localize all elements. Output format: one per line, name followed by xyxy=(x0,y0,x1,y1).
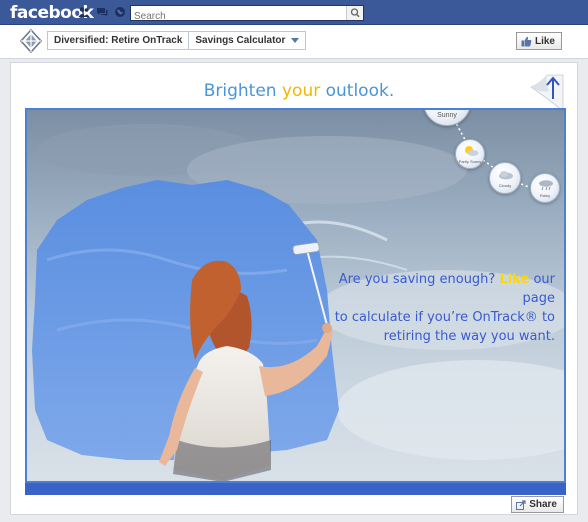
diversified-logo-icon[interactable] xyxy=(20,29,42,53)
headline-part-1: Brighten xyxy=(203,81,282,101)
messages-icon[interactable] xyxy=(96,6,108,18)
facebook-top-bar: facebook xyxy=(0,0,588,25)
weather-partly-sunny-label: Partly Sunny xyxy=(458,159,482,164)
cta-like-highlight: Like xyxy=(499,272,530,287)
call-to-action-text: Are you saving enough? Like our page to … xyxy=(323,270,555,346)
page-curl-up-arrow-icon[interactable] xyxy=(527,71,567,113)
cta-line-2: to calculate if you’re OnTrack® to xyxy=(334,310,555,325)
notifications-globe-icon[interactable] xyxy=(114,6,126,18)
like-button[interactable]: Like xyxy=(515,32,562,50)
search-box xyxy=(130,5,364,24)
friend-requests-icon[interactable] xyxy=(78,6,90,18)
weather-rainy-label: Rainy xyxy=(539,193,551,198)
cta-line-3: retiring the way you want. xyxy=(383,329,555,344)
weather-partly-sunny-button[interactable]: Partly Sunny xyxy=(455,139,485,169)
share-icon xyxy=(516,499,526,510)
chevron-down-icon[interactable] xyxy=(291,38,300,43)
search-button[interactable] xyxy=(346,6,363,20)
like-button-label: Like xyxy=(534,35,555,47)
weather-sunny-label: Sunny xyxy=(437,112,457,119)
headline-highlight: your xyxy=(281,81,321,101)
cta-line-1-start: Are you saving enough? xyxy=(338,272,500,287)
app-name-dropdown[interactable]: Savings Calculator xyxy=(189,32,291,49)
rain-cloud-icon xyxy=(539,180,553,191)
app-header: Diversified: Retire OnTrack Savings Calc… xyxy=(0,25,588,59)
cloud-icon xyxy=(499,171,513,180)
weather-cloudy-label: Cloudy xyxy=(498,183,512,188)
weather-cloudy-button[interactable]: Cloudy xyxy=(489,162,521,194)
share-button[interactable]: Share xyxy=(511,496,564,513)
search-icon xyxy=(350,8,360,18)
partly-sunny-icon xyxy=(465,146,479,156)
hero-image: Sunny Partly Sunny Cloudy Rainy Are you … xyxy=(25,108,566,483)
weather-rainy-button[interactable]: Rainy xyxy=(530,173,560,203)
headline-part-2: outlook. xyxy=(320,81,395,101)
hero-footer-bar xyxy=(25,483,566,495)
headline: Brighten your outlook. xyxy=(11,81,577,101)
search-input[interactable] xyxy=(131,9,341,24)
jewel-icons xyxy=(78,6,126,18)
thumbs-up-icon xyxy=(521,36,532,46)
page-name-link[interactable]: Diversified: Retire OnTrack xyxy=(48,32,188,49)
tab-content-panel: Brighten your outlook. Sunny Partly Sunn… xyxy=(10,62,578,515)
cta-line-1: Are you saving enough? Like our page xyxy=(323,270,555,308)
breadcrumb: Diversified: Retire OnTrack Savings Calc… xyxy=(47,31,307,50)
share-button-label: Share xyxy=(529,499,557,510)
sun-icon xyxy=(437,108,459,109)
